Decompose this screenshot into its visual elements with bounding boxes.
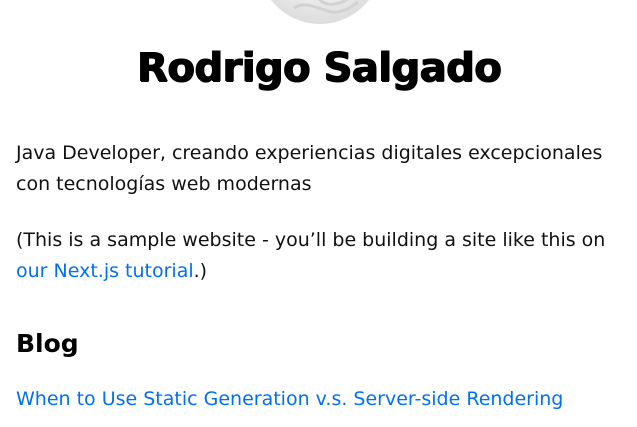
- avatar-image: [293, 0, 359, 14]
- note-prefix: (This is a sample website - you’ll be bu…: [16, 229, 606, 251]
- list-item: When to Use Static Generation v.s. Serve…: [16, 384, 563, 415]
- nextjs-tutorial-link[interactable]: our Next.js tutorial: [16, 260, 194, 282]
- blog-heading: Blog: [16, 329, 79, 358]
- sample-note: (This is a sample website - you’ll be bu…: [16, 225, 621, 287]
- blog-post-list: When to Use Static Generation v.s. Serve…: [16, 384, 563, 415]
- profile-name: Rodrigo Salgado: [136, 45, 501, 91]
- page-title: Rodrigo Salgado: [0, 45, 637, 91]
- blog-post-link[interactable]: When to Use Static Generation v.s. Serve…: [16, 388, 563, 410]
- note-suffix: .): [193, 260, 208, 282]
- avatar: [258, 0, 382, 24]
- profile-bio: Java Developer, creando experiencias dig…: [16, 142, 603, 195]
